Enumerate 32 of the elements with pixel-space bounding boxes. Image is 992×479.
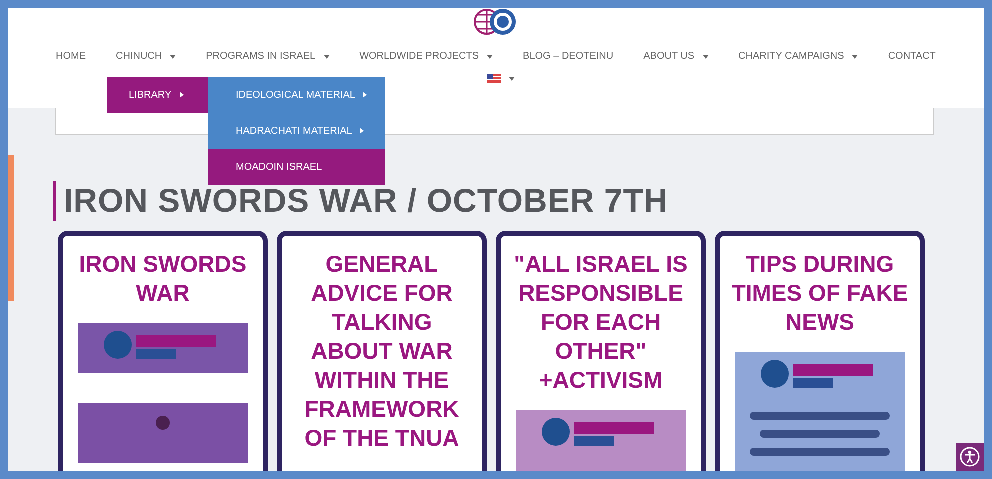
caret-icon	[180, 92, 184, 98]
article-card[interactable]: GENERAL ADVICE FOR TALKING ABOUT WAR WITHIN THE FRAMEWORK OF THE TNUA	[277, 231, 487, 471]
nav-link[interactable]: CHINUCH	[116, 51, 176, 62]
caret-icon	[487, 54, 494, 58]
nav-link[interactable]: CONTACT	[888, 51, 936, 62]
nav-link[interactable]: BLOG – DEOTEINU	[523, 51, 614, 62]
caret-icon	[363, 92, 368, 98]
nav-link[interactable]: ABOUT US	[644, 51, 709, 62]
menu-item[interactable]: HADRACHATI MATERIAL	[208, 113, 385, 149]
card-title: GENERAL ADVICE FOR TALKING ABOUT WAR WITHIN THE FRAMEWORK OF THE TNUA	[304, 250, 460, 453]
nav-link[interactable]: CHARITY CAMPAIGNS	[738, 51, 858, 62]
nav-link[interactable]: HOME	[56, 51, 86, 62]
caret-icon	[360, 128, 364, 134]
menu-item[interactable]: IDEOLOGICAL MATERIAL	[208, 77, 385, 113]
article-card[interactable]: TIPS DURING TIMES OF FAKE NEWS	[715, 231, 925, 471]
card-title: TIPS DURING TIMES OF FAKE NEWS	[730, 250, 910, 337]
menu-item[interactable]: MOADOIN ISRAEL	[208, 149, 385, 185]
caret-icon	[852, 54, 858, 58]
flag-icon[interactable]	[487, 74, 501, 83]
caret-icon	[702, 54, 709, 58]
article-card[interactable]: IRON SWORDS WAR	[58, 231, 268, 471]
caret-icon	[509, 76, 515, 80]
nav-link[interactable]: WORLDWIDE PROJECTS	[360, 51, 494, 62]
card-title: "ALL ISRAEL IS RESPONSIBLE FOR EACH OTHER" +ACTIVISM	[513, 250, 689, 395]
article-card[interactable]: "ALL ISRAEL IS RESPONSIBLE FOR EACH OTHER" +ACTIVISM	[496, 231, 706, 471]
menu-item[interactable]: LIBRARY	[107, 77, 208, 113]
card-title: IRON SWORDS WAR	[78, 250, 248, 308]
nav-link[interactable]: PROGRAMS IN ISRAEL	[206, 51, 330, 62]
accessibility-icon	[960, 447, 980, 467]
accessibility-button[interactable]	[956, 443, 984, 471]
caret-icon	[324, 54, 330, 58]
caret-icon	[170, 54, 176, 58]
